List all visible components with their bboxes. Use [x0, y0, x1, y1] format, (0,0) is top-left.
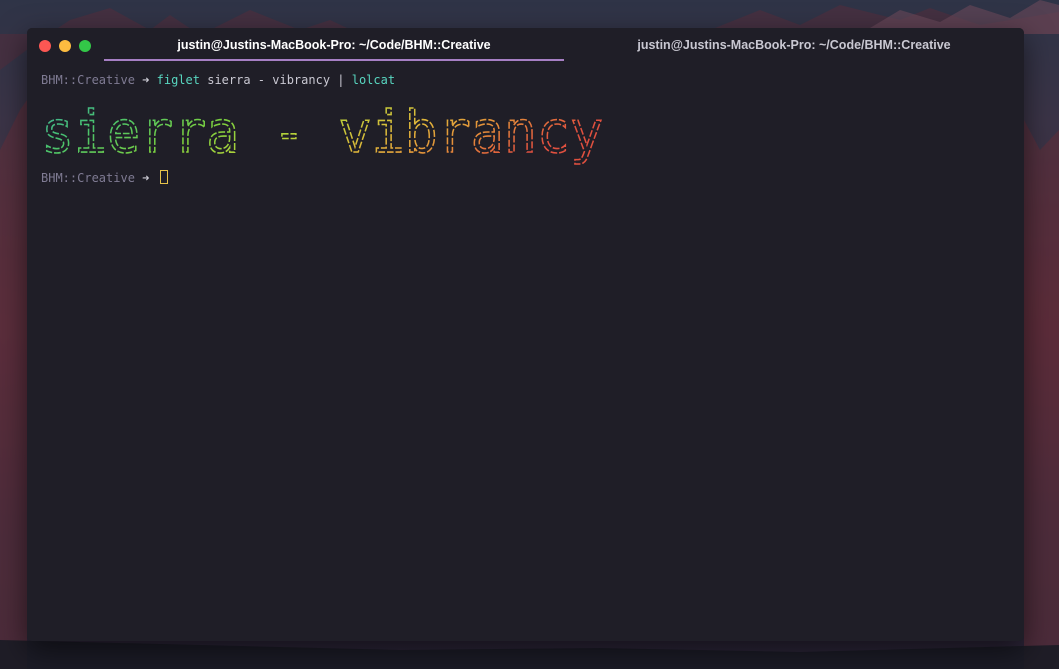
cursor [159, 170, 168, 184]
zoom-button[interactable] [79, 40, 91, 52]
prompt-arrow-icon: ➜ [142, 171, 150, 185]
prompt-line: BHM::Creative ➜ [41, 170, 1014, 187]
command-args: sierra - vibrancy | [207, 73, 345, 87]
tab-inactive[interactable]: justin@Justins-MacBook-Pro: ~/Code/BHM::… [564, 28, 1024, 62]
terminal-content[interactable]: BHM::Creative ➜ figlet sierra - vibrancy… [41, 72, 1014, 631]
prompt-directory: BHM::Creative [41, 171, 135, 185]
figlet-output: sierra - vibrancy [41, 90, 641, 170]
pipe-command: lolcat [351, 73, 396, 87]
figlet-text: sierra - vibrancy [41, 98, 603, 166]
title-bar: justin@Justins-MacBook-Pro: ~/Code/BHM::… [27, 28, 1024, 62]
close-button[interactable] [39, 40, 51, 52]
figlet-banner: sierra - vibrancy [41, 97, 604, 167]
prompt-directory: BHM::Creative [41, 73, 135, 87]
command-name: figlet [156, 73, 200, 87]
prompt-arrow-icon: ➜ [142, 73, 150, 87]
tab-active[interactable]: justin@Justins-MacBook-Pro: ~/Code/BHM::… [104, 28, 564, 62]
minimize-button[interactable] [59, 40, 71, 52]
command-line: BHM::Creative ➜ figlet sierra - vibrancy… [41, 72, 1014, 89]
terminal-window: justin@Justins-MacBook-Pro: ~/Code/BHM::… [27, 28, 1024, 641]
